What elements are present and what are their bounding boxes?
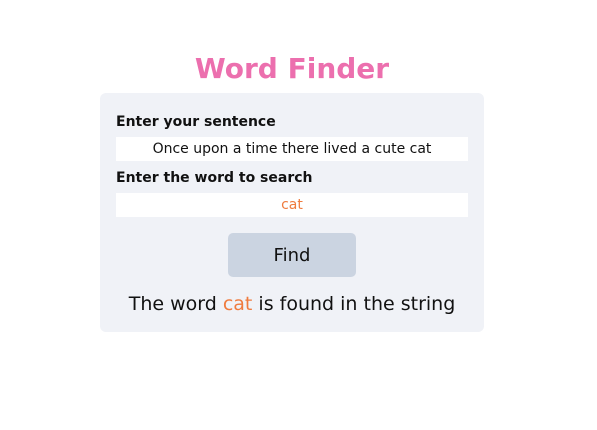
result-word: cat	[222, 293, 253, 315]
search-word-label: Enter the word to search	[116, 170, 313, 186]
word-finder-app: Word Finder Enter your sentence Enter th…	[0, 0, 597, 430]
finder-card: Enter your sentence Enter the word to se…	[100, 93, 484, 332]
sentence-input[interactable]	[116, 137, 468, 161]
sentence-label: Enter your sentence	[116, 114, 276, 130]
page-title: Word Finder	[194, 52, 390, 85]
result-suffix: is found in the string	[252, 293, 456, 315]
result-message: The word cat is found in the string	[100, 292, 484, 316]
find-button[interactable]: Find	[228, 233, 356, 277]
search-word-input[interactable]	[116, 193, 468, 217]
result-prefix: The word	[128, 293, 223, 315]
